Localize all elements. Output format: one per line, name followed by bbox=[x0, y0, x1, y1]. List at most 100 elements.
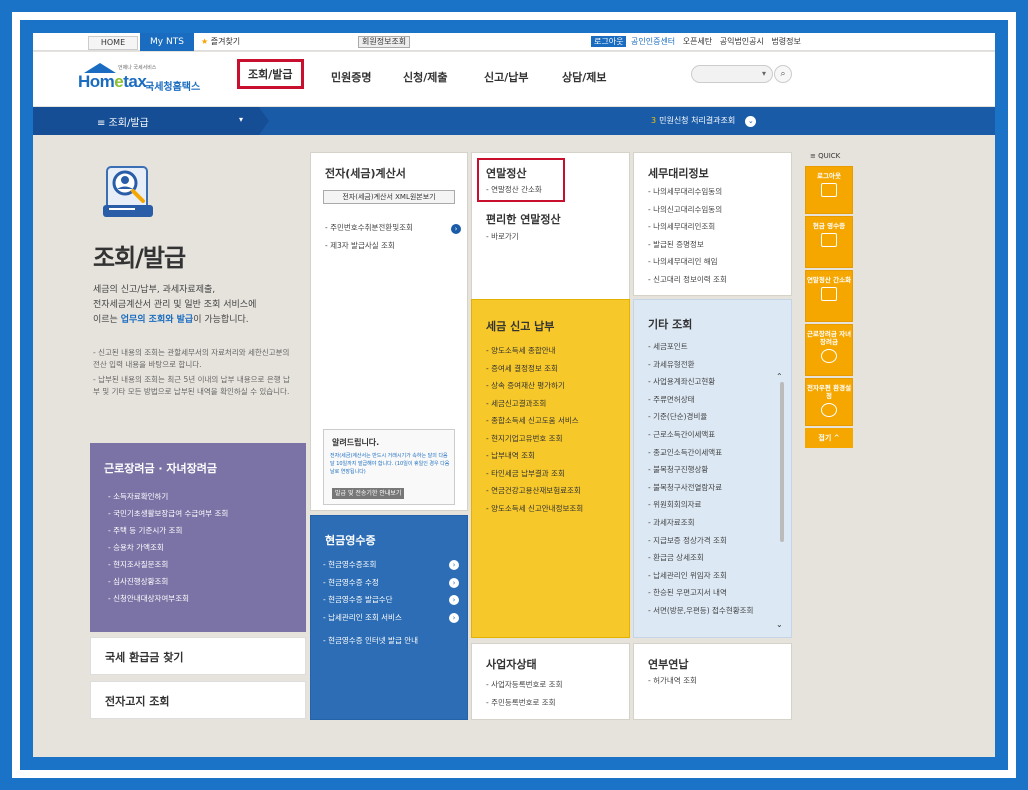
gear-icon bbox=[821, 403, 837, 417]
list-item[interactable]: 현금영수증조회 bbox=[323, 556, 418, 574]
list-item[interactable]: 종합소득세 신고도움 서비스 bbox=[486, 412, 583, 430]
scroll-down-icon[interactable]: ⌄ bbox=[776, 620, 783, 629]
note-item: - 납부된 내용의 조회는 최근 5년 이내의 납부 내용으로 은행 납부 및 … bbox=[93, 375, 290, 396]
quick-logout[interactable]: 로그아웃 bbox=[805, 166, 853, 214]
list-item[interactable]: 증여세 결정정보 조회 bbox=[486, 360, 583, 378]
favorites-link[interactable]: ★ 즐겨찾기 bbox=[201, 36, 240, 47]
list-item[interactable]: 신청안내대상자여부조회 bbox=[108, 590, 298, 607]
nav-certificate[interactable]: 민원증명 bbox=[331, 69, 371, 85]
list-item[interactable]: 나의신고대리수임동의 bbox=[648, 201, 727, 219]
list-item[interactable]: 현금영수증 발급수단 bbox=[323, 591, 418, 609]
list-item[interactable]: 납세관리인 위임자 조회 bbox=[648, 567, 753, 585]
list-item[interactable]: 과세자료조회 bbox=[648, 514, 753, 532]
nav-consult[interactable]: 상담/제보 bbox=[562, 69, 607, 85]
list-item[interactable]: 주택 등 기준시가 조회 bbox=[108, 522, 298, 539]
list-item[interactable]: 세금포인트 bbox=[648, 338, 753, 356]
refund-search-button[interactable]: 국세 환급금 찾기 bbox=[90, 637, 306, 675]
list-item[interactable]: 발급된 증명정보 bbox=[648, 236, 727, 254]
note-item: - 신고된 내용의 조회는 관할세무서의 자료처리와 세한신고분의 전산 입력 … bbox=[93, 348, 290, 369]
nav-apply[interactable]: 신청/제출 bbox=[403, 69, 448, 85]
home-link[interactable]: HOME bbox=[88, 36, 138, 50]
list-item[interactable]: 사업자등록번호로 조회 bbox=[486, 676, 562, 694]
util-link-cert[interactable]: 공인인증센터 bbox=[631, 37, 675, 46]
list-item[interactable]: 나의세무대리인 해임 bbox=[648, 253, 727, 271]
notice-title: 알려드립니다. bbox=[332, 438, 380, 447]
screenshot-frame: HOME My NTS ★ 즐겨찾기 회원정보조회 로그아웃 공인인증센터 오픈… bbox=[33, 33, 995, 757]
list-item[interactable]: 주민번호수취분전환및조회 bbox=[325, 219, 413, 237]
scrollbar-thumb[interactable] bbox=[780, 382, 784, 542]
list-item[interactable]: 환급금 상세조회 bbox=[648, 549, 753, 567]
list-item[interactable]: 서면(방문,우편등) 접수현황조회 bbox=[648, 602, 753, 620]
list-item[interactable]: 허가내역 조회 bbox=[648, 672, 697, 690]
agent-links: 나의세무대리수임동의 나의신고대리수임동의 나의세무대리인조회 발급된 증명정보… bbox=[648, 183, 727, 288]
list-item[interactable]: 연말정산 간소화 bbox=[486, 181, 542, 199]
member-info-button[interactable]: 회원정보조회 bbox=[358, 36, 411, 48]
list-item[interactable]: 주류면허상태 bbox=[648, 391, 753, 409]
list-item[interactable]: 종교인소득간이세액표 bbox=[648, 444, 753, 462]
nav-inquiry[interactable]: 조회/발급 bbox=[237, 59, 304, 89]
quick-close-button[interactable]: 접기 ^ bbox=[805, 428, 853, 448]
notice-box: 알려드립니다. 전자(세금)계산서는 반드시 거래시기가 속하는 달의 다음 달… bbox=[323, 429, 455, 505]
card-title: 연부연납 bbox=[648, 658, 689, 671]
arrow-right-icon[interactable]: › bbox=[449, 595, 459, 605]
mynts-tab[interactable]: My NTS bbox=[140, 33, 194, 51]
list-item[interactable]: 바로가기 bbox=[486, 228, 519, 246]
logo-wordmark: Hometax bbox=[78, 72, 147, 92]
nav-report[interactable]: 신고/납부 bbox=[484, 69, 529, 85]
list-item[interactable]: 양도소득세 종합안내 bbox=[486, 342, 583, 360]
panel-title: 근로장려금 · 자녀장려금 bbox=[104, 462, 218, 475]
list-item[interactable]: 기준(단순)경비율 bbox=[648, 408, 753, 426]
xml-view-button[interactable]: 전자(세금)계산서 XML원본보기 bbox=[323, 190, 455, 204]
list-item[interactable]: 현금영수증 수정 bbox=[323, 574, 418, 592]
ebill-search-button[interactable]: 전자고지 조회 bbox=[90, 681, 306, 719]
util-link-law[interactable]: 법령정보 bbox=[771, 37, 800, 46]
util-link-open[interactable]: 오픈세탄 bbox=[683, 37, 712, 46]
logout-button[interactable]: 로그아웃 bbox=[591, 36, 627, 47]
quick-cash-receipt[interactable]: 현금 영수증 bbox=[805, 216, 853, 268]
civil-result-link[interactable]: 3 민원신청 처리결과조회 ⌄ bbox=[651, 115, 757, 127]
list-item[interactable]: 연금건강고용산재보험료조회 bbox=[486, 482, 583, 500]
chevron-down-icon: ▾ bbox=[761, 69, 766, 78]
list-item[interactable]: 신고대리 정보이력 조회 bbox=[648, 271, 727, 289]
list-item[interactable]: 나의세무대리인조회 bbox=[648, 218, 727, 236]
arrow-right-icon[interactable]: › bbox=[449, 613, 459, 623]
card-title: 현금영수증 bbox=[325, 534, 376, 547]
list-item[interactable]: 현금영수증 인터넷 발급 안내 bbox=[323, 632, 418, 650]
list-item[interactable]: 현지기업고유번호 조회 bbox=[486, 430, 583, 448]
hometax-logo[interactable]: 언제나 국세서비스 Hometax 국세청홈택스 bbox=[78, 62, 218, 98]
list-item[interactable]: 현지조사질문조회 bbox=[108, 556, 298, 573]
list-item[interactable]: 지급보증 정상가격 조회 bbox=[648, 532, 753, 550]
list-item[interactable]: 근로소득간이세액표 bbox=[648, 426, 753, 444]
list-item[interactable]: 주민등록번호로 조회 bbox=[486, 694, 562, 712]
list-item[interactable]: 납세관리인 조회 서비스 bbox=[323, 609, 418, 627]
scroll-up-icon[interactable]: ⌃ bbox=[776, 372, 783, 381]
list-item[interactable]: 세금신고결과조회 bbox=[486, 395, 583, 413]
list-item[interactable]: 양도소득세 신고안내정보조회 bbox=[486, 500, 583, 518]
util-link-public[interactable]: 공익법인공시 bbox=[720, 37, 764, 46]
list-item[interactable]: 심사진행상황조회 bbox=[108, 573, 298, 590]
list-item[interactable]: 제3자 발급사실 조회 bbox=[325, 237, 413, 255]
arrow-right-icon[interactable]: › bbox=[449, 560, 459, 570]
quick-year-end[interactable]: 연말정산 간소화 bbox=[805, 270, 853, 322]
list-item[interactable]: 불복청구사전열람자료 bbox=[648, 479, 753, 497]
search-input[interactable]: ▾ bbox=[691, 65, 773, 83]
list-item[interactable]: 사업용계좌신고현황 bbox=[648, 373, 753, 391]
list-item[interactable]: 나의세무대리수임동의 bbox=[648, 183, 727, 201]
list-item[interactable]: 소득자료확인하기 bbox=[108, 488, 298, 505]
list-item[interactable]: 타인세금 납부결과 조회 bbox=[486, 465, 583, 483]
list-item[interactable]: 상속 증여재산 평가하기 bbox=[486, 377, 583, 395]
quick-email-settings[interactable]: 전자우편 환경설정 bbox=[805, 378, 853, 426]
search-icon[interactable]: ⌕ bbox=[774, 65, 792, 83]
list-item[interactable]: 국민기초생활보장급여 수급여부 조회 bbox=[108, 509, 298, 519]
list-item[interactable]: 한승된 우편고지서 내역 bbox=[648, 584, 753, 602]
other-links: 세금포인트 과세유형전환 사업용계좌신고현황 주류면허상태 기준(단순)경비율 … bbox=[648, 338, 753, 620]
arrow-right-icon[interactable]: › bbox=[451, 224, 461, 234]
quick-income-credit[interactable]: 근로장려금 자녀장려금 bbox=[805, 324, 853, 376]
list-item[interactable]: 과세유형전환 bbox=[648, 356, 753, 374]
list-item[interactable]: 위원회회의자료 bbox=[648, 496, 753, 514]
list-item[interactable]: 납부내역 조회 bbox=[486, 447, 583, 465]
list-item[interactable]: 승용차 가액조회 bbox=[108, 539, 298, 556]
deadline-guide-button[interactable]: 발급 및 전송기한 안내보기 bbox=[332, 488, 405, 499]
arrow-right-icon[interactable]: › bbox=[449, 578, 459, 588]
list-item[interactable]: 불복청구진행상황 bbox=[648, 461, 753, 479]
